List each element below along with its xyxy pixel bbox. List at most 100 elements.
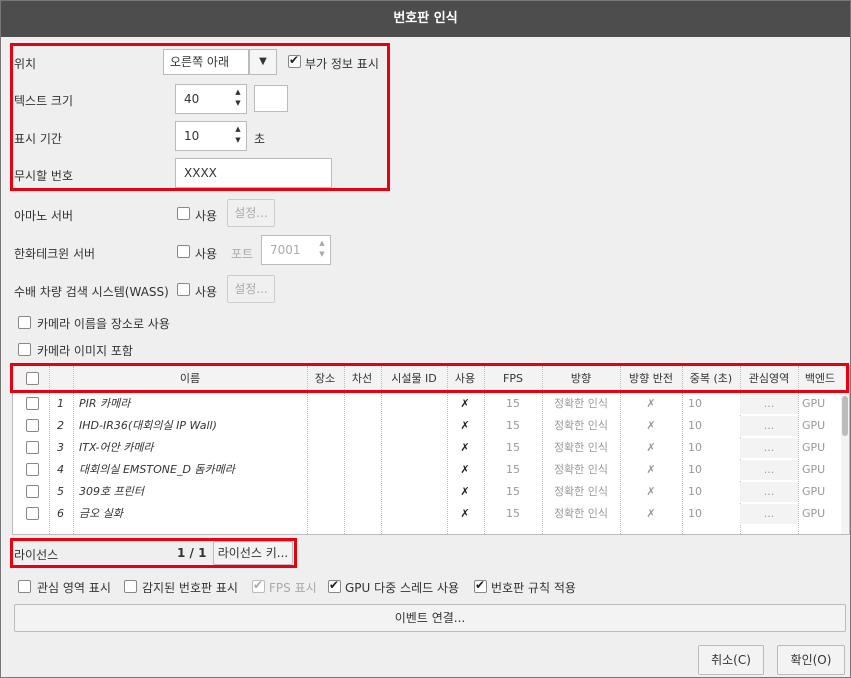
- text-size-spinbox[interactable]: 40 ▲ ▼: [175, 84, 247, 114]
- cell-roi[interactable]: ...: [740, 460, 798, 480]
- gpu-multithread-label: GPU 다중 스레드 사용: [345, 581, 460, 595]
- show-roi-label: 관심 영역 표시: [37, 581, 111, 595]
- position-dropdown-button[interactable]: ▼: [249, 49, 277, 75]
- table-row[interactable]: 5 309호 프린터 ✗ 15 정확한 인식 ✗ 10... GPU: [13, 481, 849, 503]
- wass-label: 수배 차량 검색 시스템(WASS): [14, 285, 169, 299]
- license-key-label: 라이선스 키...: [217, 546, 289, 560]
- cell-duplicate: 10: [688, 507, 702, 520]
- cell-duplicate: 10: [688, 463, 702, 476]
- show-fps-checkbox[interactable]: [252, 578, 265, 593]
- camera-name-location-label: 카메라 이름을 장소로 사용: [37, 317, 170, 331]
- table-row[interactable]: 4 대회의실 EMSTONE_D 돔카메라 ✗ 15 정확한 인식 ✗ 10... GPU: [13, 459, 849, 481]
- cell-backend: GPU: [802, 463, 826, 476]
- position-label: 위치: [14, 57, 37, 71]
- cell-name: PIR 카메라: [79, 397, 131, 410]
- gpu-multithread-checkbox[interactable]: [328, 578, 341, 593]
- cell-name: 309호 프린터: [79, 485, 144, 498]
- amano-use-label: 사용: [195, 209, 218, 223]
- cell-reverse: ✗: [646, 419, 656, 432]
- camera-name-location-checkbox[interactable]: [18, 316, 31, 329]
- text-color-swatch[interactable]: [254, 85, 288, 112]
- dialog-title: 번호판 인식: [1, 1, 850, 37]
- cell-use: ✗: [460, 441, 470, 454]
- ok-label: 확인(O): [790, 653, 832, 667]
- apply-rules-checkbox[interactable]: [474, 578, 487, 593]
- cell-name: 금오 실화: [79, 507, 123, 520]
- ignore-number-value: XXXX: [184, 166, 217, 180]
- amano-server-label: 아마노 서버: [14, 209, 74, 223]
- spin-arrows-icon[interactable]: ▲ ▼: [232, 87, 244, 111]
- cell-fps: 15: [506, 419, 520, 432]
- amano-settings-button[interactable]: 설정...: [227, 199, 275, 227]
- table-row[interactable]: 6 금오 실화 ✗ 15 정확한 인식 ✗ 10... GPU: [13, 503, 849, 525]
- cell-fps: 15: [506, 397, 520, 410]
- ignore-number-input[interactable]: XXXX: [175, 158, 332, 188]
- cell-direction: 정확한 인식: [553, 419, 609, 432]
- cancel-label: 취소(C): [711, 653, 751, 667]
- cell-roi[interactable]: ...: [740, 394, 798, 414]
- extra-info-checkbox[interactable]: [288, 53, 301, 68]
- table-row[interactable]: 1 PIR 카메라 ✗ 15 정확한 인식 ✗ 10... GPU: [13, 393, 849, 415]
- cell-num: 4: [57, 463, 64, 476]
- wass-use-checkbox[interactable]: [177, 283, 190, 296]
- cell-direction: 정확한 인식: [553, 441, 609, 454]
- cell-num: 5: [57, 485, 64, 498]
- wass-settings-button[interactable]: 설정...: [227, 275, 275, 303]
- port-spinbox[interactable]: 7001 ▲ ▼: [261, 235, 331, 265]
- include-camera-image-checkbox[interactable]: [18, 343, 31, 356]
- event-link-button[interactable]: 이벤트 연결...: [14, 604, 846, 632]
- cell-duplicate: 10: [688, 485, 702, 498]
- cell-backend: GPU: [802, 441, 826, 454]
- text-size-label: 텍스트 크기: [14, 94, 74, 108]
- cell-fps: 15: [506, 485, 520, 498]
- cell-roi[interactable]: ...: [740, 438, 798, 458]
- table-row[interactable]: 3 ITX-어안 카메라 ✗ 15 정확한 인식 ✗ 10... GPU: [13, 437, 849, 459]
- row-checkbox[interactable]: [26, 397, 39, 410]
- spin-arrows-icon[interactable]: ▲ ▼: [232, 124, 244, 148]
- cell-name: 대회의실 EMSTONE_D 돔카메라: [79, 463, 235, 476]
- chevron-down-icon: ▼: [259, 56, 267, 67]
- cell-direction: 정확한 인식: [553, 507, 609, 520]
- show-detected-label: 감지된 번호판 표시: [142, 581, 238, 595]
- amano-use-checkbox[interactable]: [177, 207, 190, 220]
- cell-reverse: ✗: [646, 507, 656, 520]
- hanwha-use-label: 사용: [195, 247, 218, 261]
- license-count: 1 / 1: [177, 546, 207, 560]
- show-roi-checkbox[interactable]: [18, 580, 31, 593]
- cell-reverse: ✗: [646, 463, 656, 476]
- position-combo[interactable]: 오른쪽 아래: [163, 49, 249, 75]
- spin-arrows-icon[interactable]: ▲ ▼: [316, 238, 328, 262]
- ok-button[interactable]: 확인(O): [777, 645, 845, 675]
- duration-label: 표시 기간: [14, 132, 62, 146]
- cell-roi[interactable]: ...: [740, 416, 798, 436]
- show-detected-checkbox[interactable]: [124, 580, 137, 593]
- cell-backend: GPU: [802, 507, 826, 520]
- cancel-button[interactable]: 취소(C): [698, 645, 764, 675]
- cell-num: 1: [57, 397, 64, 410]
- cell-roi[interactable]: ...: [740, 482, 798, 502]
- license-key-button[interactable]: 라이선스 키...: [213, 541, 293, 565]
- table-row[interactable]: 2 IHD-IR36(대회의실 IP Wall) ✗ 15 정확한 인식 ✗ 10... GP…: [13, 415, 849, 437]
- cell-use: ✗: [460, 419, 470, 432]
- cell-use: ✗: [460, 397, 470, 410]
- port-value: 7001: [270, 243, 301, 257]
- amano-settings-label: 설정...: [234, 206, 268, 220]
- row-checkbox[interactable]: [26, 507, 39, 520]
- table-header-highlight: [10, 363, 849, 393]
- port-label: 포트: [231, 247, 254, 261]
- ignore-number-label: 무시할 번호: [14, 169, 74, 183]
- row-checkbox[interactable]: [26, 463, 39, 476]
- cell-roi[interactable]: ...: [740, 504, 798, 524]
- duration-spinbox[interactable]: 10 ▲ ▼: [175, 121, 247, 151]
- text-size-value: 40: [184, 92, 200, 106]
- cell-direction: 정확한 인식: [553, 397, 609, 410]
- cell-use: ✗: [460, 485, 470, 498]
- row-checkbox[interactable]: [26, 485, 39, 498]
- row-checkbox[interactable]: [26, 419, 39, 432]
- show-fps-label: FPS 표시: [269, 581, 317, 595]
- hanwha-use-checkbox[interactable]: [177, 245, 190, 258]
- cell-use: ✗: [460, 507, 470, 520]
- row-checkbox[interactable]: [26, 441, 39, 454]
- scrollbar-thumb[interactable]: [842, 396, 848, 436]
- cell-num: 6: [57, 507, 64, 520]
